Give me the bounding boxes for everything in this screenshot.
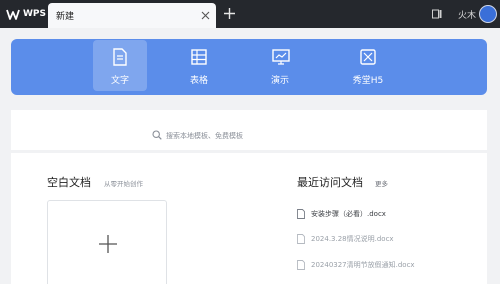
file-icon [297, 260, 305, 270]
category-label: 演示 [270, 76, 289, 86]
wps-logo-icon [6, 9, 20, 20]
h5-icon [360, 49, 376, 65]
search-panel: 搜索本地模板、免费模板 [11, 110, 487, 150]
document-icon [113, 48, 127, 66]
category-text[interactable]: 文字 [93, 40, 147, 91]
recent-doc-name: 2024.3.28情况说明.docx [311, 235, 394, 243]
tab-new[interactable]: 新建 [48, 3, 216, 28]
file-icon [297, 209, 305, 219]
recent-doc-item[interactable]: 安装步骤（必看）.docx [297, 208, 386, 220]
category-label: 秀堂H5 [352, 76, 384, 86]
close-icon[interactable] [201, 11, 210, 20]
blank-doc-subtitle: 从零开始创作 [104, 180, 143, 188]
category-label: 表格 [189, 76, 208, 86]
wps-logo[interactable]: WPS [6, 7, 46, 21]
new-blank-document-card[interactable] [47, 200, 167, 284]
recent-doc-name: 20240327清明节放假通知.docx [311, 261, 415, 269]
window-layout-icon[interactable] [432, 9, 442, 19]
user-name[interactable]: 火木 [458, 8, 476, 21]
search-icon [152, 130, 162, 140]
avatar[interactable] [479, 5, 497, 23]
category-banner: 文字 表格 演示 秀堂H5 [11, 39, 487, 95]
recent-docs-heading: 最近访问文档 [297, 176, 363, 189]
recent-doc-item[interactable]: 20240327清明节放假通知.docx [297, 259, 415, 271]
table-icon [191, 49, 207, 65]
file-icon [297, 234, 305, 244]
content-panel: 空白文档 从零开始创作 最近访问文档 更多 安装步骤（必看）.docx 2024… [11, 153, 487, 284]
plus-icon [99, 235, 117, 253]
search-input[interactable]: 搜索本地模板、免费模板 [166, 131, 243, 141]
blank-doc-heading: 空白文档 [47, 176, 91, 189]
category-presentation[interactable]: 演示 [253, 40, 307, 91]
presentation-icon [272, 49, 290, 65]
more-link[interactable]: 更多 [375, 178, 388, 188]
tab-label: 新建 [56, 12, 75, 22]
app-name: WPS [23, 9, 47, 19]
category-sheet[interactable]: 表格 [172, 40, 226, 91]
category-label: 文字 [110, 76, 129, 86]
new-tab-plus-icon[interactable] [223, 7, 236, 20]
recent-doc-item[interactable]: 2024.3.28情况说明.docx [297, 233, 394, 245]
recent-doc-name: 安装步骤（必看）.docx [311, 210, 386, 218]
title-bar: WPS 新建 火木 [0, 0, 500, 28]
category-h5[interactable]: 秀堂H5 [341, 40, 395, 91]
